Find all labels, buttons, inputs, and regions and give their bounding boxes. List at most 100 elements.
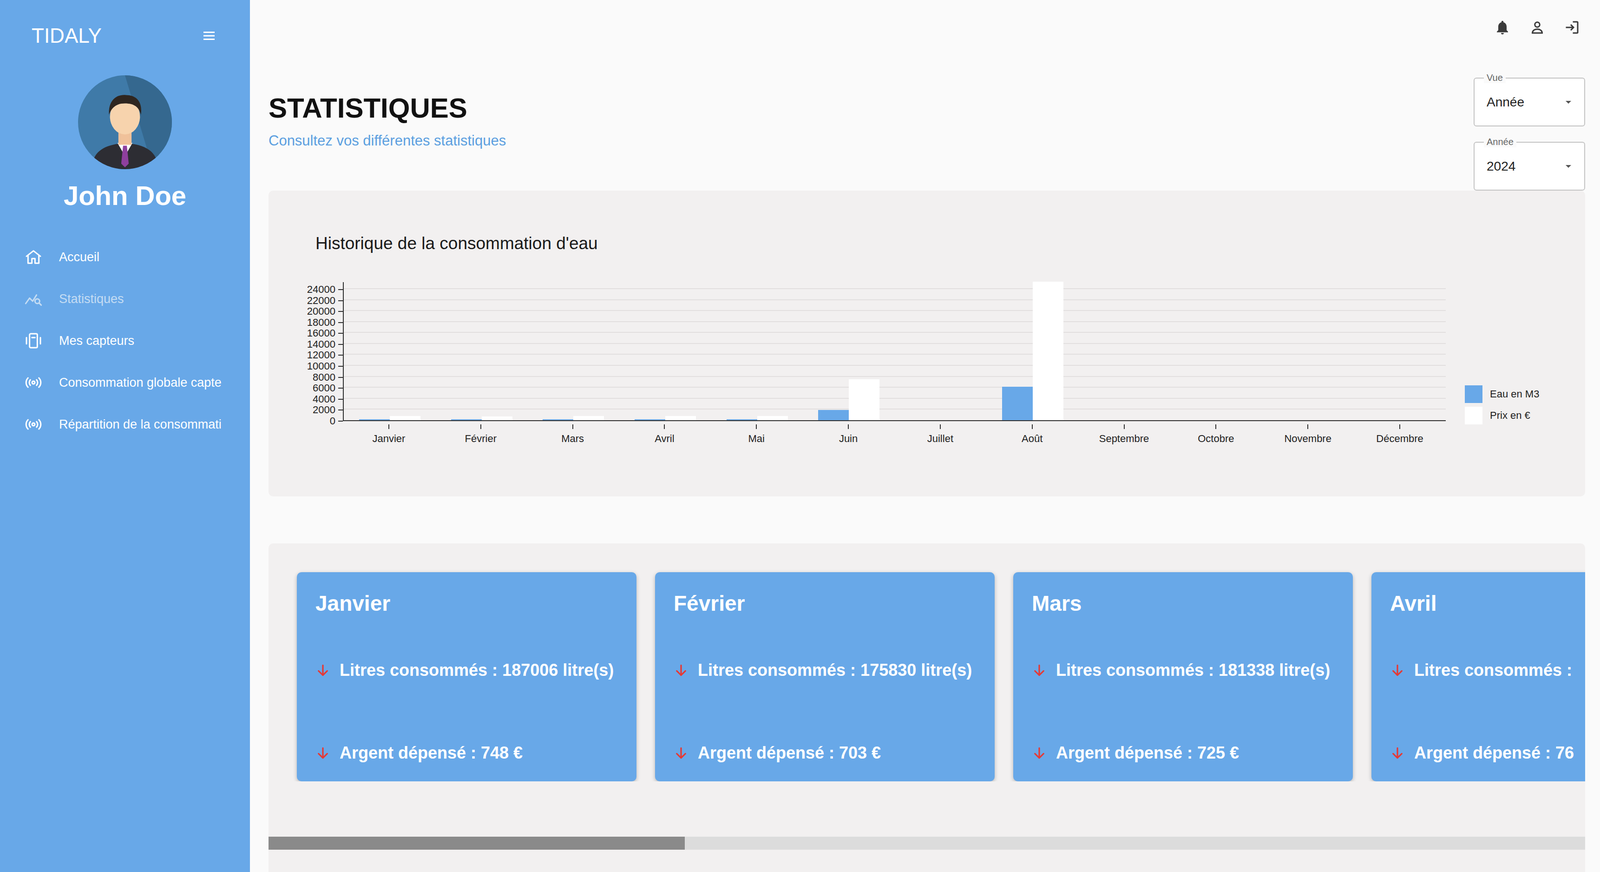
- filter-label: Vue: [1483, 72, 1506, 84]
- x-tick-mark: [847, 424, 849, 429]
- bar-group: [1078, 281, 1171, 420]
- bar[interactable]: [573, 415, 604, 420]
- month-label: Juin: [839, 432, 858, 445]
- user-icon[interactable]: [1528, 19, 1546, 36]
- y-tick: [338, 376, 343, 378]
- bar-group: [894, 281, 987, 420]
- bar-group: [435, 281, 528, 420]
- y-tick-label: 24000: [307, 283, 336, 296]
- logo[interactable]: TIDALY: [31, 23, 102, 48]
- y-tick-label: 8000: [312, 371, 336, 384]
- filter-select[interactable]: VueAnnée: [1473, 77, 1586, 127]
- card-title: Janvier: [315, 590, 618, 617]
- month-label: Mai: [748, 432, 765, 445]
- bar[interactable]: [634, 419, 666, 420]
- down-arrow-icon: [673, 662, 689, 678]
- month-card[interactable]: Mars Litres consommés : 181338 litre(s) Ar…: [1013, 571, 1353, 781]
- y-tick-label: 22000: [307, 294, 336, 307]
- bell-icon[interactable]: [1494, 19, 1511, 36]
- menu-icon[interactable]: [200, 27, 218, 45]
- bar[interactable]: [665, 415, 696, 420]
- filter-select[interactable]: Année2024: [1473, 141, 1586, 191]
- sidebar-item[interactable]: Statistiques: [0, 277, 250, 320]
- money-row: Argent dépensé : 748 €: [315, 742, 618, 763]
- gridline: [343, 299, 1446, 301]
- x-tick-mark: [663, 424, 665, 429]
- month-card[interactable]: FévrierLitres consommés : 175830 litre(s…: [655, 571, 995, 781]
- legend-item: Eau en M3: [1464, 385, 1540, 403]
- month-label: Janvier: [372, 432, 406, 445]
- card-text: Litres consommés : 181338 litre(s): [1055, 659, 1331, 681]
- down-arrow-icon: [673, 745, 689, 761]
- bar[interactable]: [1032, 281, 1064, 420]
- month-label: Avril: [654, 432, 675, 445]
- card-title: Mars: [1031, 590, 1335, 617]
- bar[interactable]: [757, 415, 788, 420]
- card-title: Avril: [1390, 590, 1586, 617]
- month-label: Septembre: [1099, 432, 1150, 445]
- x-tick: Novembre: [1261, 424, 1354, 445]
- bar-area: [343, 281, 1446, 420]
- down-arrow-icon: [1390, 662, 1405, 678]
- chart-panel: Historique de la consommation d'eau 0200…: [268, 190, 1586, 497]
- down-arrow-icon: [315, 662, 331, 678]
- bar[interactable]: [542, 419, 574, 420]
- x-tick-mark: [1215, 424, 1217, 429]
- x-tick: Mars: [526, 424, 619, 445]
- x-tick-mark: [1123, 424, 1125, 429]
- month-card[interactable]: Janvier Litres consommés : 187006 litre(s…: [296, 571, 637, 781]
- filter-value: Année: [1486, 94, 1525, 111]
- x-tick-mark: [939, 424, 941, 429]
- gridline: [343, 309, 1446, 311]
- y-tick: [338, 288, 343, 290]
- broadcast-icon: [24, 414, 43, 434]
- sidebar-item[interactable]: Mes capteurs: [0, 319, 250, 362]
- bar-group: [343, 281, 436, 420]
- sidebar-item[interactable]: Accueil: [0, 236, 250, 278]
- bar-group: [1262, 281, 1355, 420]
- bar[interactable]: [389, 415, 421, 420]
- chart-title: Historique de la consommation d'eau: [315, 233, 1586, 254]
- x-tick: Octobre: [1169, 424, 1262, 445]
- home-icon: [24, 247, 43, 267]
- y-tick: [338, 343, 343, 345]
- bar[interactable]: [726, 419, 758, 420]
- sidebar-item[interactable]: Consommation globale capte: [0, 361, 250, 404]
- liters-row: Litres consommés : 187006 litre(s): [315, 659, 618, 681]
- legend-swatch: [1464, 406, 1483, 425]
- x-tick-mark: [572, 424, 574, 429]
- x-tick: Mai: [710, 424, 803, 445]
- y-tick: [338, 420, 343, 422]
- bar[interactable]: [818, 409, 849, 420]
- gridline: [343, 408, 1446, 410]
- month-card[interactable]: AvrilLitres consommés :Argent dépensé : …: [1371, 571, 1586, 781]
- down-arrow-icon: [1390, 745, 1405, 761]
- filter-label: Année: [1483, 136, 1517, 148]
- bar[interactable]: [1002, 386, 1033, 420]
- card-text: Argent dépensé : 76: [1414, 742, 1574, 763]
- gridline: [343, 386, 1446, 388]
- logout-icon[interactable]: [1563, 19, 1581, 36]
- card-text: Argent dépensé : 748 €: [339, 742, 523, 763]
- bar[interactable]: [451, 419, 482, 420]
- x-tick: Septembre: [1078, 424, 1171, 445]
- scrollbar-thumb[interactable]: [268, 836, 685, 850]
- bar[interactable]: [848, 379, 880, 420]
- sidebar-item[interactable]: Répartition de la consommati: [0, 403, 250, 446]
- bar[interactable]: [481, 416, 513, 420]
- money-row: Argent dépensé : 76: [1390, 742, 1586, 763]
- gridline: [343, 321, 1446, 322]
- bar-group: [1353, 281, 1446, 420]
- avatar-icon: [78, 75, 172, 170]
- down-arrow-icon: [1031, 662, 1047, 678]
- x-tick-mark: [1031, 424, 1033, 429]
- user-name: John Doe: [0, 179, 250, 212]
- money-row: Argent dépensé : 725 €: [1031, 742, 1335, 763]
- y-tick-label: 20000: [307, 305, 336, 318]
- month-label: Février: [465, 432, 497, 445]
- x-tick-mark: [480, 424, 482, 429]
- bar[interactable]: [359, 419, 390, 420]
- scrollbar-track[interactable]: [268, 836, 1586, 850]
- y-tick: [338, 387, 343, 389]
- legend-label: Prix en €: [1489, 409, 1531, 422]
